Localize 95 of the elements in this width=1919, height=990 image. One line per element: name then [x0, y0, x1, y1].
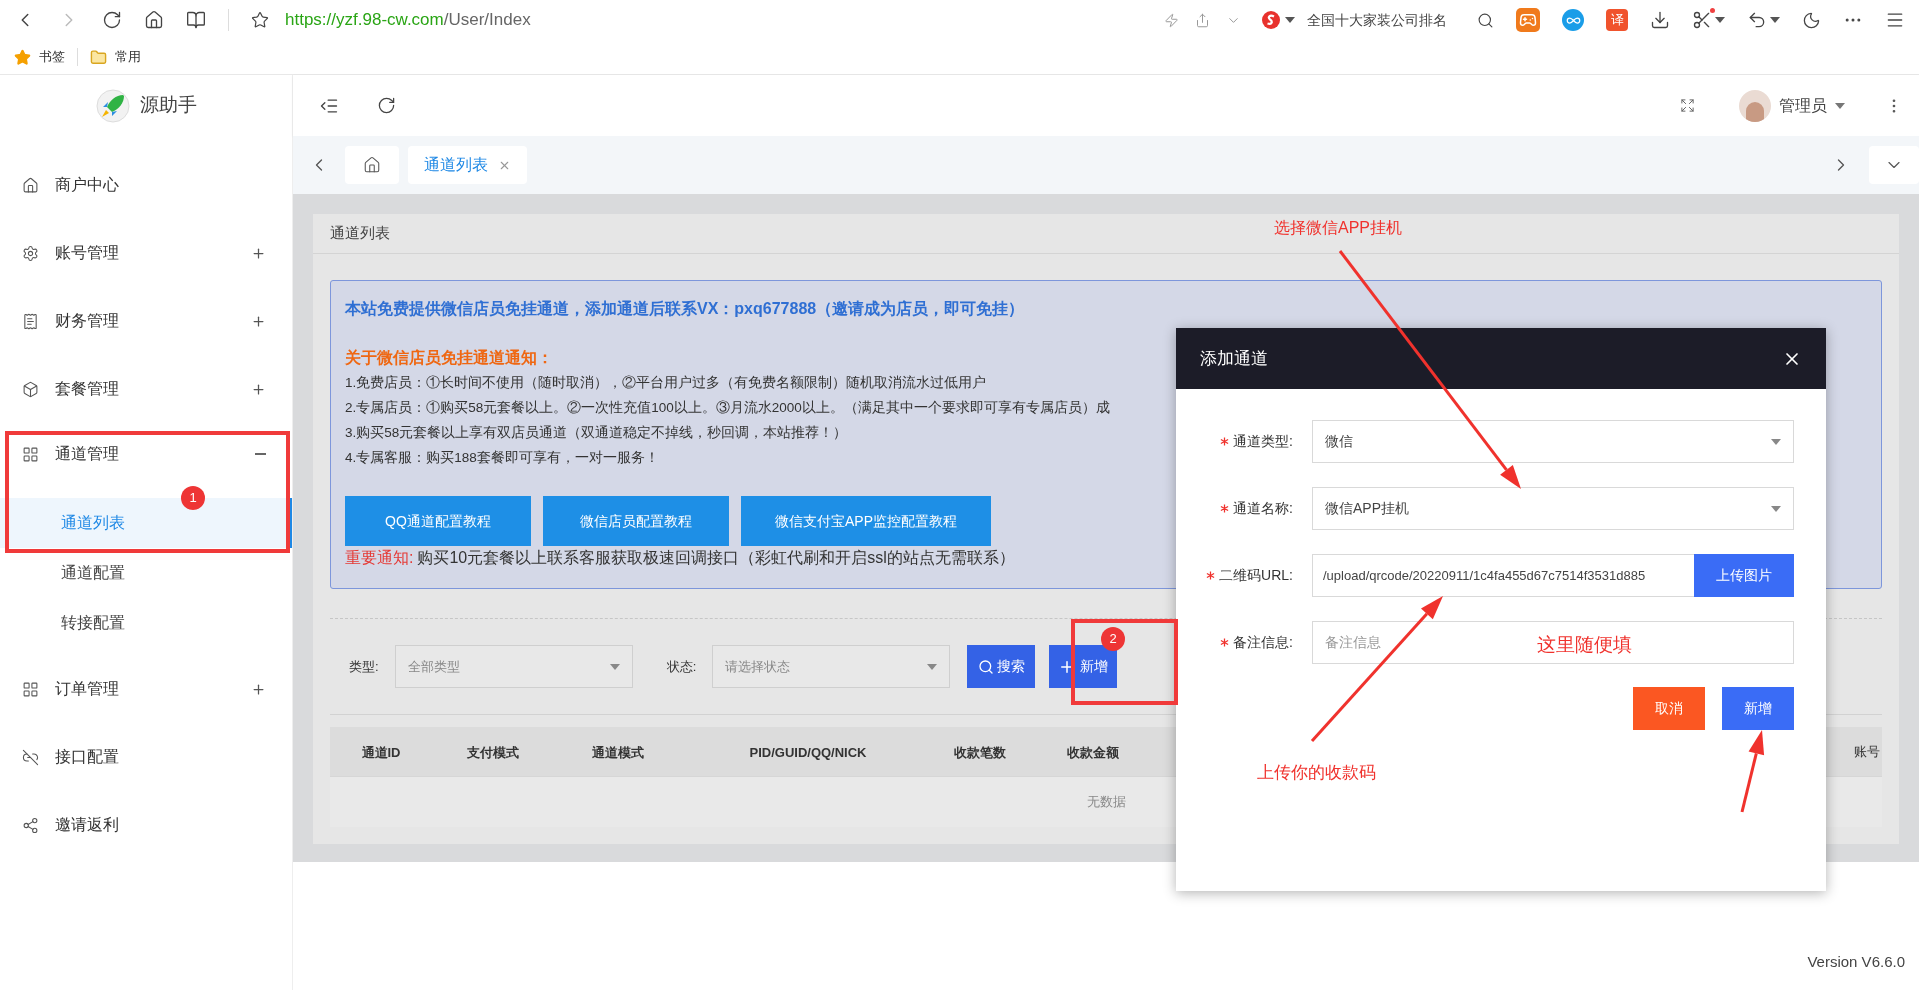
- notice-line: 1.免费店员：①长时间不使用（随时取消），②平台用户过多（有免费名额限制）随机取消流水过低用户: [345, 374, 987, 392]
- select-field[interactable]: 微信APP挂机: [1312, 487, 1794, 530]
- brand-name: 源助手: [139, 93, 197, 118]
- infinity-icon[interactable]: [1562, 9, 1584, 31]
- expand-icon: [251, 681, 266, 697]
- column-header: 收款金额: [1067, 744, 1119, 760]
- notice-line: 2.专属店员：①购买58元套餐以上。②一次性充值100以上。③月流水2000以上。（满足其中一个要求即可享有专属店员）成: [345, 399, 1110, 417]
- home-icon[interactable]: [144, 10, 164, 30]
- notice-line: 3.购买58元套餐以上享有双店员通道（双通道稳定不掉线，秒回调，本站推荐！）: [345, 424, 848, 442]
- sidebar-item-icon: [22, 176, 39, 194]
- star-icon: [14, 48, 31, 66]
- column-header: 账号: [1854, 742, 1880, 761]
- home-icon: [363, 156, 381, 174]
- sidebar-item[interactable]: 通道管理: [0, 425, 292, 483]
- step-badge: 1: [181, 486, 205, 510]
- column-header: 支付模式: [467, 744, 519, 760]
- sidebar-item-icon: [22, 680, 39, 698]
- sidebar-item-icon: [22, 445, 39, 463]
- notice-heading: 关于微信店员免挂通道通知：: [345, 348, 553, 368]
- bookmark-star-icon[interactable]: [251, 11, 269, 29]
- annotation-text: 这里随便填: [1536, 632, 1632, 657]
- caret-icon: [1771, 505, 1781, 512]
- sidebar-item-icon: [22, 312, 39, 330]
- select-field[interactable]: 微信: [1312, 420, 1794, 463]
- sidebar-item[interactable]: 套餐管理: [0, 355, 292, 423]
- sidebar-item-icon: [22, 244, 39, 262]
- sidebar-item[interactable]: 订单管理: [0, 655, 292, 723]
- version-label: Version V6.6.0: [1807, 951, 1905, 972]
- reader-icon[interactable]: [186, 10, 206, 30]
- reload-icon[interactable]: [102, 10, 122, 30]
- sidebar-item-icon: [22, 816, 39, 834]
- notice-line: 4.专属客服：购买188套餐即可享有，一对一服务！: [345, 449, 659, 467]
- page-tab[interactable]: 通道列表: [408, 146, 527, 184]
- caret-icon: [1771, 438, 1781, 445]
- rocket-logo-icon: [95, 88, 130, 123]
- expand-icon: [251, 381, 266, 397]
- sidebar-item[interactable]: 财务管理: [0, 287, 292, 355]
- sidebar-subitem[interactable]: 转接配置: [0, 598, 292, 648]
- gamepad-icon[interactable]: [1516, 8, 1540, 32]
- folder-icon: [90, 48, 107, 66]
- field-label: 通道类型:: [1233, 432, 1293, 451]
- download-icon[interactable]: [1650, 10, 1670, 30]
- user-name[interactable]: 管理员: [1779, 93, 1827, 118]
- search-icon: [977, 658, 994, 675]
- submit-button[interactable]: 新增: [1722, 687, 1794, 730]
- important-text: 购买10元套餐以上联系客服获取极速回调接口（彩虹代刷和开启ssl的站点无需联系）: [417, 548, 1015, 568]
- fullscreen-icon[interactable]: [1680, 98, 1695, 113]
- search-button[interactable]: 搜索: [967, 645, 1036, 688]
- sidebar-item[interactable]: 商户中心: [0, 151, 292, 219]
- card-title: 通道列表: [330, 223, 390, 244]
- share-icon[interactable]: [1195, 12, 1210, 28]
- translate-button[interactable]: 译: [1606, 9, 1628, 31]
- home-tab[interactable]: [345, 146, 399, 184]
- caret-icon: [609, 663, 620, 670]
- refresh-icon[interactable]: [377, 96, 396, 115]
- field-label: 备注信息:: [1233, 633, 1293, 652]
- column-header: 通道模式: [592, 744, 644, 760]
- sidebar-item-icon: [22, 380, 39, 398]
- address-field[interactable]: https://yzf.98-cw.com/User/Index: [285, 7, 531, 33]
- caret-icon: [927, 663, 938, 670]
- undo-icon[interactable]: [1747, 10, 1767, 30]
- scissors-icon[interactable]: [1692, 10, 1712, 30]
- add-button[interactable]: 新增: [1049, 645, 1118, 688]
- upload-button[interactable]: 上传图片: [1694, 554, 1794, 597]
- sidebar-item[interactable]: 接口配置: [0, 723, 292, 791]
- column-header: 通道ID: [361, 744, 401, 760]
- expand-icon: [251, 245, 266, 261]
- sidebar-item-icon: [22, 748, 39, 766]
- field-label: 通道名称:: [1233, 499, 1293, 518]
- field-label: 二维码URL:: [1219, 566, 1293, 585]
- annotation-text: 选择微信APP挂机: [1274, 218, 1402, 238]
- dialog-title: 添加通道: [1200, 347, 1268, 370]
- caret-icon: [1835, 102, 1845, 109]
- bookmark-link[interactable]: 常用: [115, 47, 141, 67]
- url-field[interactable]: /upload/qrcode/20220911/1c4fa455d67c7514f3531d885: [1312, 554, 1694, 597]
- notice-headline: 本站免费提供微信店员免挂通道，添加通道后联系VX：pxq677888（邀请成为店员，即可免挂）: [345, 299, 1025, 319]
- important-label: 重要通知:: [345, 548, 414, 568]
- column-header: 收款笔数: [954, 744, 1006, 760]
- expand-icon: [251, 313, 266, 329]
- bookmark-link[interactable]: 书签: [39, 47, 65, 67]
- filter-label: 状态:: [666, 657, 697, 676]
- column-header: PID/GUID/QQ/NICK: [749, 744, 867, 760]
- caret-icon: [1770, 17, 1780, 23]
- sidebar-item[interactable]: 账号管理: [0, 219, 292, 287]
- annotation-text: 上传你的收款码: [1256, 762, 1376, 785]
- filter-label: 类型:: [349, 657, 379, 676]
- caret-icon: [1715, 17, 1725, 23]
- search-icon[interactable]: [1477, 11, 1494, 29]
- sidebar-item[interactable]: 邀请返利: [0, 791, 292, 859]
- dark-mode-icon[interactable]: [1802, 10, 1821, 30]
- caret-icon: [1285, 17, 1295, 23]
- sidebar-subitem[interactable]: 通道配置: [0, 548, 292, 598]
- empty-message: 无数据: [1086, 793, 1126, 812]
- search-engine-logo-icon[interactable]: [1261, 10, 1281, 30]
- search-suggestion[interactable]: 全国十大家装公司排名: [1307, 9, 1447, 31]
